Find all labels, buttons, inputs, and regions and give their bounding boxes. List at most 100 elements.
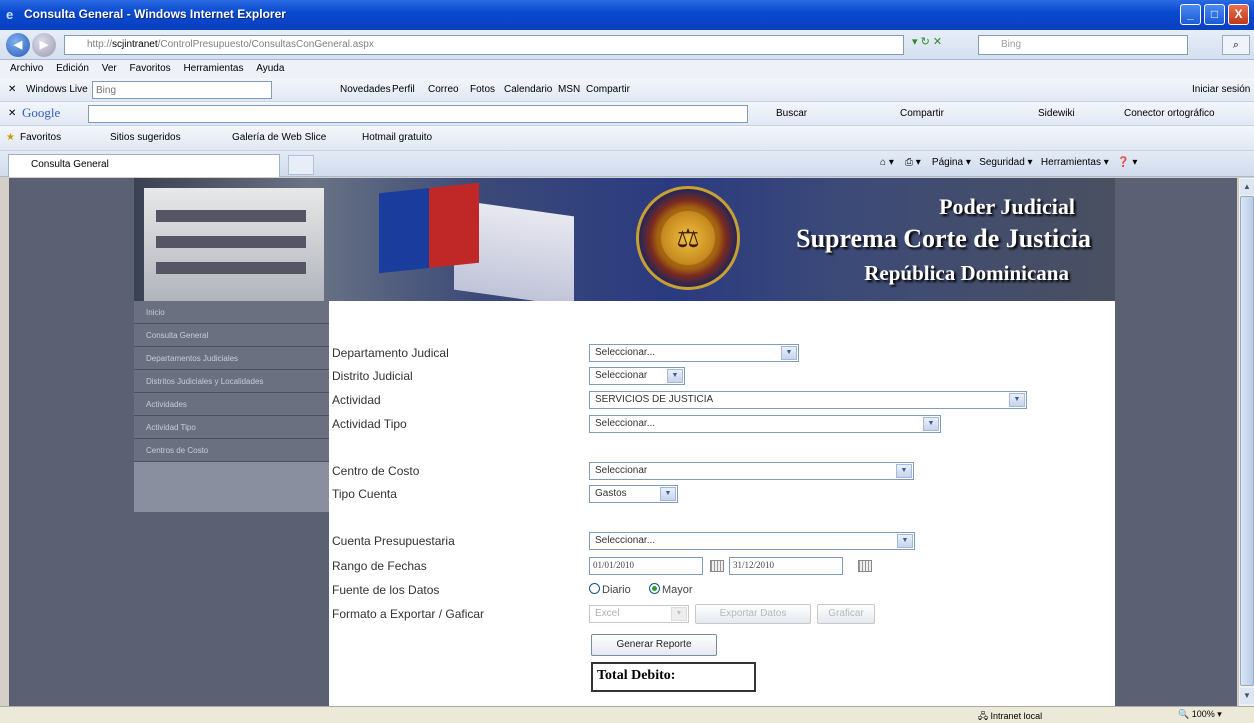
centro-costo-select[interactable]: Seleccionar ▼ [589,462,914,480]
exportar-datos-button[interactable]: Exportar Datos [695,604,811,624]
seal-logo: ⚖ [636,186,740,290]
toolbar-close-icon[interactable]: ✕ [8,83,16,97]
fav-galeria-web-slice[interactable]: Galería de Web Slice [232,131,326,145]
centro-costo-label: Centro de Costo [332,464,420,478]
radio-mayor-label: Mayor [662,584,693,596]
menu-ver[interactable]: Ver [102,60,117,78]
live-compartir[interactable]: Compartir [586,83,630,97]
formato-select[interactable]: Excel ▼ [589,605,689,623]
menu-favoritos[interactable]: Favoritos [130,60,171,78]
live-novedades[interactable]: Novedades [340,83,391,97]
calendar-icon[interactable] [858,560,872,572]
window-title: Consulta General - Windows Internet Expl… [24,7,286,21]
zoom-control[interactable]: 🔍 100% ▾ [1178,709,1222,720]
home-icon[interactable]: ⌂ ▾ [880,157,894,168]
actividad-select[interactable]: SERVICIOS DE JUSTICIA ▼ [589,391,1027,409]
address-input[interactable]: http://scjintranet/ControlPresupuesto/Co… [64,35,904,55]
scroll-up-icon[interactable]: ▲ [1240,179,1254,195]
vertical-scrollbar[interactable]: ▲ ▼ [1238,178,1254,706]
sidebar-padding [134,462,329,512]
search-icon[interactable]: ⌕ [1222,35,1250,55]
fecha-desde-input[interactable]: 01/01/2010 [589,557,703,575]
minimize-button[interactable]: _ [1180,4,1201,25]
live-login[interactable]: Iniciar sesión [1192,83,1250,97]
generar-reporte-button[interactable]: Generar Reporte [591,634,717,656]
live-msn[interactable]: MSN [558,83,580,97]
address-actions[interactable]: ▾ ↻ ✕ [912,35,972,55]
search-input[interactable]: Bing [978,35,1188,55]
cmd-pagina[interactable]: Página [932,157,963,168]
scales-icon: ⚖ [661,211,715,265]
fecha-hasta-input[interactable]: 31/12/2010 [729,557,843,575]
sidebar-item-actividad-tipo[interactable]: Actividad Tipo [134,416,329,439]
menu-ayuda[interactable]: Ayuda [256,60,284,78]
live-calendario[interactable]: Calendario [504,83,552,97]
calendar-icon[interactable] [710,560,724,572]
menu-edicion[interactable]: Edición [56,60,89,78]
favorites-bar: ★ Favoritos Sitios sugeridos Galería de … [0,126,1254,151]
google-buscar[interactable]: Buscar [776,107,807,121]
menu-archivo[interactable]: Archivo [10,60,43,78]
chevron-down-icon: ▼ [896,464,912,478]
departamento-select[interactable]: Seleccionar... ▼ [589,344,799,362]
google-compartir[interactable]: Compartir [900,107,944,121]
fav-hotmail[interactable]: Hotmail gratuito [362,131,432,145]
sidebar-item-inicio[interactable]: Inicio [134,301,329,324]
google-conector[interactable]: Conector ortográfico [1124,107,1228,121]
tab-consulta-general[interactable]: Consulta General [8,154,280,177]
chevron-down-icon: ▼ [660,487,676,501]
graficar-button[interactable]: Graficar [817,604,875,624]
google-sidewiki[interactable]: Sidewiki [1038,107,1075,121]
google-search-input[interactable] [88,105,748,123]
close-button[interactable]: X [1228,4,1249,25]
zoom-level: 100% [1191,709,1215,719]
command-bar: ⌂ ▾ ⎙ ▾ Página ▾ Seguridad ▾ Herramienta… [880,157,1138,168]
radio-diario-label: Diario [602,584,631,596]
google-toolbar-close-icon[interactable]: ✕ [8,107,16,121]
fav-sitios-sugeridos[interactable]: Sitios sugeridos [110,131,181,145]
status-bar: 🖧 Intranet local 🔍 100% ▾ [0,706,1254,723]
actividad-tipo-select[interactable]: Seleccionar... ▼ [589,415,941,433]
scroll-down-icon[interactable]: ▼ [1240,688,1254,704]
google-logo: Google [22,105,61,120]
favorites-label[interactable]: Favoritos [20,131,61,145]
cuenta-presupuestaria-value: Seleccionar... [595,535,656,546]
rango-fechas-label: Rango de Fechas [332,559,427,573]
sidebar-item-centros-costo[interactable]: Centros de Costo [134,439,329,462]
cmd-seguridad[interactable]: Seguridad [979,157,1025,168]
windows-live-label[interactable]: Windows Live [26,83,88,97]
menu-herramientas[interactable]: Herramientas [183,60,243,78]
radio-diario[interactable]: Diario [589,583,631,596]
live-fotos[interactable]: Fotos [470,83,495,97]
sidebar-item-distritos[interactable]: Distritos Judiciales y Localidades [134,370,329,393]
radio-mayor[interactable]: Mayor [649,583,693,596]
sidebar-item-actividades[interactable]: Actividades [134,393,329,416]
tipo-cuenta-value: Gastos [595,488,627,499]
title-bar: e Consulta General - Windows Internet Ex… [0,0,1254,30]
maximize-button[interactable]: □ [1204,4,1225,25]
distrito-select[interactable]: Seleccionar ▼ [589,367,685,385]
scroll-thumb[interactable] [1240,196,1254,686]
chevron-down-icon: ▼ [781,346,797,360]
cuenta-presupuestaria-select[interactable]: Seleccionar... ▼ [589,532,915,550]
address-path: /ControlPresupuesto/ConsultasConGeneral.… [157,39,374,50]
sidebar-item-consulta-general[interactable]: Consulta General [134,324,329,347]
departamento-label: Departamento Judical [332,346,449,360]
new-tab-button[interactable] [288,155,314,175]
forward-button[interactable]: ▶ [32,33,56,57]
star-icon[interactable]: ★ [6,131,15,145]
back-button[interactable]: ◀ [6,33,30,57]
sidebar-item-departamentos[interactable]: Departamentos Judiciales [134,347,329,370]
help-icon[interactable]: ❓ ▾ [1117,157,1137,168]
live-perfil[interactable]: Perfil [392,83,415,97]
live-search-input[interactable] [92,81,272,99]
radio-circle-icon [589,583,600,594]
print-icon[interactable]: ⎙ ▾ [905,157,921,168]
page-viewport: ⚖ Poder Judicial Suprema Corte de Justic… [9,178,1237,706]
chevron-down-icon: ▼ [667,369,683,383]
centro-costo-value: Seleccionar [595,465,648,476]
cmd-herramientas[interactable]: Herramientas [1041,157,1101,168]
windows-live-toolbar: ✕ Windows Live Novedades Perfil Correo F… [0,78,1254,102]
live-correo[interactable]: Correo [428,83,459,97]
tipo-cuenta-select[interactable]: Gastos ▼ [589,485,678,503]
